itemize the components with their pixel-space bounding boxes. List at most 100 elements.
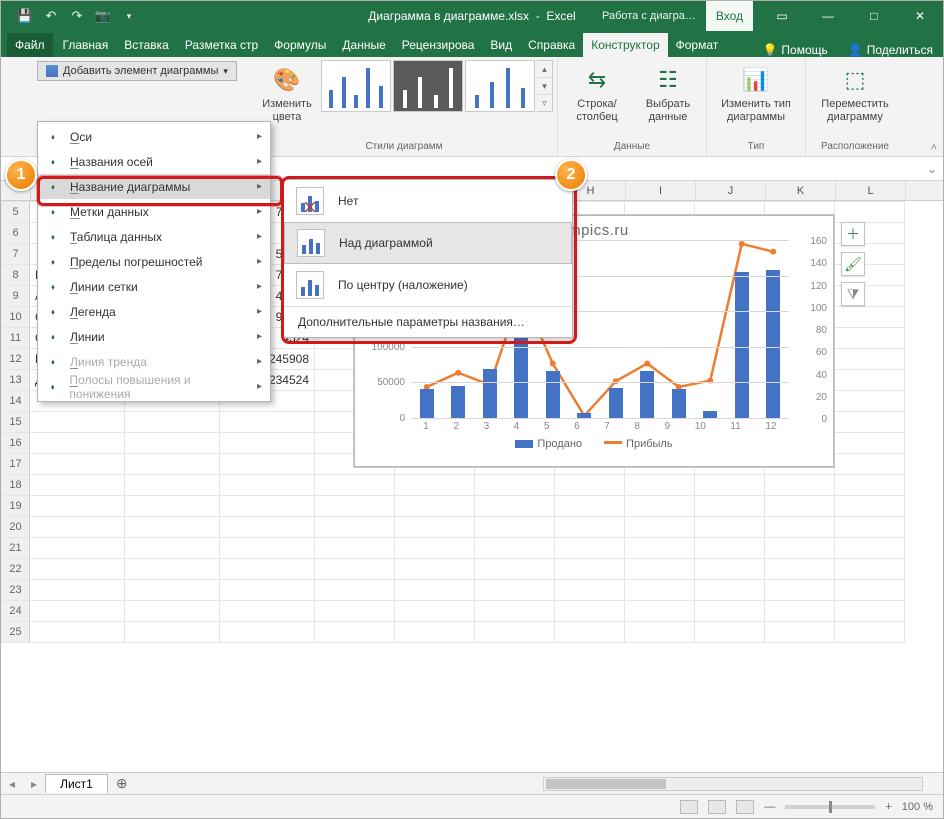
menu-item-icon: ⬪ bbox=[44, 378, 61, 396]
chevron-right-icon: ▸ bbox=[257, 356, 262, 367]
row-header[interactable]: 17 bbox=[2, 454, 30, 475]
share-button[interactable]: 👤 Поделиться bbox=[838, 43, 943, 57]
chart-brush-button[interactable]: 🖌 bbox=[841, 252, 865, 276]
move-chart-button[interactable]: ⬚Переместить диаграмму bbox=[810, 60, 900, 125]
tab-home[interactable]: Главная bbox=[55, 33, 117, 57]
select-data-button[interactable]: ☷Выбрать данные bbox=[634, 60, 702, 125]
zoom-out-icon[interactable]: — bbox=[764, 801, 775, 813]
row-header[interactable]: 25 bbox=[2, 622, 30, 643]
menu-item[interactable]: ⬪Линии▸ bbox=[38, 324, 270, 349]
none-icon bbox=[296, 187, 324, 215]
row-header[interactable]: 10 bbox=[2, 307, 30, 328]
status-bar: — + 100 % bbox=[1, 794, 943, 818]
style-thumb[interactable] bbox=[465, 60, 535, 112]
menu-item[interactable]: ⬪Легенда▸ bbox=[38, 299, 270, 324]
qat-more-icon[interactable]: ▾ bbox=[117, 4, 141, 28]
tab-insert[interactable]: Вставка bbox=[116, 33, 177, 57]
row-header[interactable]: 5 bbox=[2, 202, 30, 223]
tab-review[interactable]: Рецензирова bbox=[394, 33, 483, 57]
col-header[interactable]: I bbox=[626, 181, 696, 200]
tab-design[interactable]: Конструктор bbox=[583, 33, 667, 57]
new-sheet-button[interactable]: ⊕ bbox=[108, 775, 136, 792]
tab-view[interactable]: Вид bbox=[482, 33, 520, 57]
menu-item-icon: ⬪ bbox=[44, 128, 62, 146]
view-pagelayout-icon[interactable] bbox=[708, 800, 726, 814]
chart-element-menu: ⬪Оси▸⬪Названия осей▸⬪Название диаграммы▸… bbox=[37, 121, 271, 402]
submenu-item-overlay[interactable]: По центру (наложение) bbox=[284, 264, 572, 306]
menu-item[interactable]: ⬪Линии сетки▸ bbox=[38, 274, 270, 299]
maximize-icon[interactable]: □ bbox=[851, 1, 897, 31]
row-header[interactable]: 21 bbox=[2, 538, 30, 559]
undo-icon[interactable]: ↶ bbox=[39, 4, 63, 28]
row-header[interactable]: 19 bbox=[2, 496, 30, 517]
row-header[interactable]: 12 bbox=[2, 349, 30, 370]
switch-rowcol-button[interactable]: ⇆Строка/столбец bbox=[562, 60, 632, 125]
redo-icon[interactable]: ↷ bbox=[65, 4, 89, 28]
chart-element-icon bbox=[46, 65, 58, 77]
row-header[interactable]: 13 bbox=[2, 370, 30, 391]
chevron-down-icon: ▾ bbox=[223, 66, 228, 77]
tab-format[interactable]: Формат bbox=[668, 33, 727, 57]
zoom-slider[interactable] bbox=[785, 805, 875, 809]
chart-filter-button[interactable]: ⧩ bbox=[841, 282, 865, 306]
tellme[interactable]: 💡 Помощь bbox=[752, 43, 837, 57]
gallery-more[interactable]: ▴▾▿ bbox=[537, 60, 553, 112]
col-header[interactable]: K bbox=[766, 181, 836, 200]
zoom-in-icon[interactable]: + bbox=[885, 801, 891, 813]
submenu-item-more[interactable]: Дополнительные параметры названия… bbox=[284, 306, 572, 337]
row-header[interactable]: 6 bbox=[2, 223, 30, 244]
menu-item[interactable]: ⬪Метки данных▸ bbox=[38, 199, 270, 224]
expand-formula-icon[interactable]: ⌄ bbox=[921, 157, 943, 180]
zoom-level[interactable]: 100 % bbox=[902, 801, 933, 813]
row-header[interactable]: 8 bbox=[2, 265, 30, 286]
col-header[interactable]: L bbox=[836, 181, 906, 200]
close-icon[interactable]: ✕ bbox=[897, 1, 943, 31]
row-header[interactable]: 20 bbox=[2, 517, 30, 538]
row-header[interactable]: 7 bbox=[2, 244, 30, 265]
camera-icon[interactable]: 📷 bbox=[91, 4, 115, 28]
row-header[interactable]: 14 bbox=[2, 391, 30, 412]
ribbon-display-icon[interactable]: ▭ bbox=[759, 1, 805, 31]
horizontal-scrollbar[interactable] bbox=[543, 777, 923, 791]
menu-item[interactable]: ⬪Названия осей▸ bbox=[38, 149, 270, 174]
view-pagebreak-icon[interactable] bbox=[736, 800, 754, 814]
title-bar: 💾 ↶ ↷ 📷 ▾ Диаграмма в диаграмме.xlsx - E… bbox=[1, 1, 943, 31]
view-normal-icon[interactable] bbox=[680, 800, 698, 814]
row-header[interactable]: 22 bbox=[2, 559, 30, 580]
minimize-icon[interactable]: — bbox=[805, 1, 851, 31]
menu-item[interactable]: ⬪Оси▸ bbox=[38, 124, 270, 149]
tab-pagelayout[interactable]: Разметка стр bbox=[177, 33, 266, 57]
menu-item[interactable]: ⬪Пределы погрешностей▸ bbox=[38, 249, 270, 274]
sheet-nav-next[interactable]: ▸ bbox=[23, 777, 45, 791]
sheet-tab[interactable]: Лист1 bbox=[45, 774, 108, 793]
style-thumb[interactable] bbox=[321, 60, 391, 112]
chart-styles-gallery[interactable]: ▴▾▿ bbox=[321, 60, 553, 112]
collapse-ribbon-icon[interactable]: ˄ bbox=[931, 142, 937, 154]
tab-file[interactable]: Файл bbox=[7, 33, 53, 57]
menu-item[interactable]: ⬪Название диаграммы▸ bbox=[38, 174, 270, 199]
row-header[interactable]: 18 bbox=[2, 475, 30, 496]
chart-plus-button[interactable]: ＋ bbox=[841, 222, 865, 246]
signin-button[interactable]: Вход bbox=[706, 1, 753, 31]
submenu-item-above[interactable]: Над диаграммой bbox=[284, 222, 572, 264]
style-thumb[interactable] bbox=[393, 60, 463, 112]
sheet-nav-prev[interactable]: ◂ bbox=[1, 777, 23, 791]
row-header[interactable]: 11 bbox=[2, 328, 30, 349]
col-header[interactable]: J bbox=[696, 181, 766, 200]
submenu-item-none[interactable]: Нет bbox=[284, 180, 572, 222]
menu-item-icon: ⬪ bbox=[44, 253, 62, 271]
change-chart-type-button[interactable]: 📊Изменить тип диаграммы bbox=[711, 60, 801, 125]
row-header[interactable]: 16 bbox=[2, 433, 30, 454]
row-header[interactable]: 9 bbox=[2, 286, 30, 307]
row-header[interactable]: 15 bbox=[2, 412, 30, 433]
tab-data[interactable]: Данные bbox=[334, 33, 393, 57]
chart-legend[interactable]: Продано Прибыль bbox=[355, 438, 833, 450]
menu-item[interactable]: ⬪Таблица данных▸ bbox=[38, 224, 270, 249]
tab-help[interactable]: Справка bbox=[520, 33, 583, 57]
change-colors-button[interactable]: 🎨 Изменить цвета bbox=[255, 60, 319, 125]
row-header[interactable]: 23 bbox=[2, 580, 30, 601]
tab-formulas[interactable]: Формулы bbox=[266, 33, 334, 57]
add-chart-element-button[interactable]: Добавить элемент диаграммы ▾ bbox=[37, 61, 237, 81]
save-icon[interactable]: 💾 bbox=[13, 4, 37, 28]
row-header[interactable]: 24 bbox=[2, 601, 30, 622]
